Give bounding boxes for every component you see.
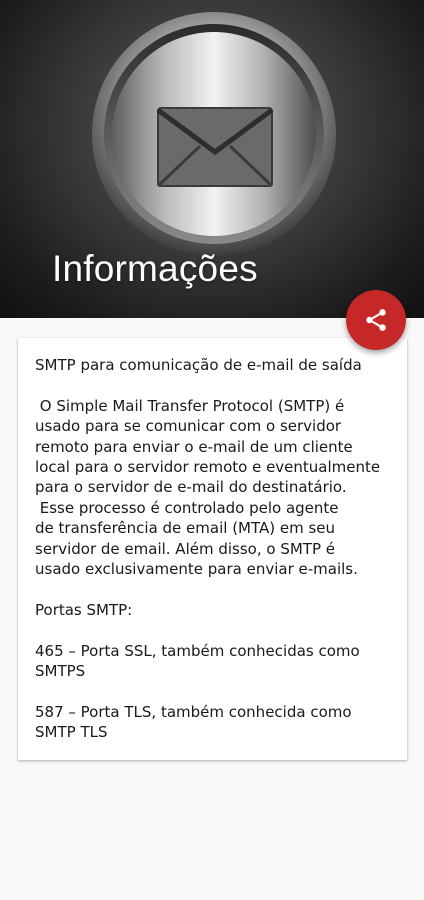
port-587-line: SMTP TLS [35,723,108,742]
port-465-line: SMTPS [35,662,86,681]
paragraph-line: O Simple Mail Transfer Protocol (SMTP) é [35,396,345,415]
page-title: Informações [52,248,258,289]
paragraph-line: para o servidor de e-mail do destinatári… [35,478,347,497]
share-button[interactable] [346,290,406,350]
paragraph-line: remoto para enviar o e-mail de um client… [35,437,353,456]
header-banner: Informações [0,0,424,318]
info-card: SMTP para comunicação de e-mail de saída… [18,338,407,760]
ports-heading: Portas SMTP: [35,600,133,619]
share-icon [366,309,386,331]
content-heading: SMTP para comunicação de e-mail de saída [35,356,362,374]
paragraph-line: local para o servidor remoto e eventualm… [35,458,381,477]
paragraph-line: usado para se comunicar com o servidor [35,417,342,436]
paragraph-line: servidor de email. Além disso, o SMTP é [35,539,335,558]
info-text: SMTP para comunicação de e-mail de saída… [35,355,395,743]
port-587-line: 587 – Porta TLS, também conhecida como [35,702,352,721]
port-465-line: 465 – Porta SSL, também conhecidas como [35,641,360,660]
paragraph-line: Esse processo é controlado pelo agente [35,498,339,517]
paragraph-line: usado exclusivamente para enviar e-mails… [35,560,358,579]
envelope-icon [156,107,274,188]
paragraph-line: de transferência de email (MTA) em seu [35,519,336,538]
